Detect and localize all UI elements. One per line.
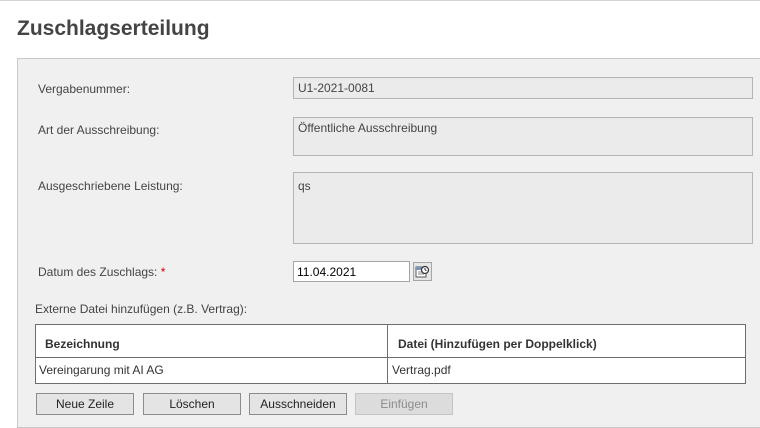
- art-der-ausschreibung-label: Art der Ausschreibung:: [38, 123, 160, 137]
- ausgeschriebene-leistung-label: Ausgeschriebene Leistung:: [38, 179, 183, 193]
- column-divider: [387, 325, 388, 383]
- ausschneiden-button[interactable]: Ausschneiden: [249, 393, 347, 415]
- required-marker: *: [160, 265, 166, 279]
- award-form-panel: Vergabenummer: U1-2021-0081 Art der Auss…: [17, 58, 760, 428]
- datum-label-text: Datum des Zuschlags:: [38, 265, 158, 279]
- table-row[interactable]: Vereingarung mit AI AG Vertrag.pdf: [36, 357, 745, 383]
- ausgeschriebene-leistung-field: qs: [293, 172, 753, 244]
- column-header-datei[interactable]: Datei (Hinzufügen per Doppelklick): [398, 325, 597, 357]
- loeschen-button[interactable]: Löschen: [143, 393, 241, 415]
- datum-des-zuschlags-label: Datum des Zuschlags: *: [38, 265, 165, 279]
- cell-datei[interactable]: Vertrag.pdf: [392, 358, 451, 383]
- file-table: Bezeichnung Datei (Hinzufügen per Doppel…: [35, 324, 746, 384]
- art-der-ausschreibung-field: Öffentliche Ausschreibung: [293, 117, 753, 156]
- top-divider: [0, 0, 760, 1]
- externe-datei-label: Externe Datei hinzufügen (z.B. Vertrag):: [35, 302, 248, 316]
- column-header-bezeichnung[interactable]: Bezeichnung: [45, 325, 120, 357]
- page-title: Zuschlagserteilung: [17, 17, 210, 40]
- cell-bezeichnung[interactable]: Vereingarung mit AI AG: [39, 358, 164, 383]
- datum-des-zuschlags-input[interactable]: [293, 261, 410, 282]
- neue-zeile-button[interactable]: Neue Zeile: [36, 393, 134, 415]
- calendar-button[interactable]: [413, 262, 432, 281]
- vergabenummer-label: Vergabenummer:: [38, 82, 131, 96]
- vergabenummer-field: U1-2021-0081: [293, 77, 753, 99]
- einfuegen-button: Einfügen: [355, 393, 453, 415]
